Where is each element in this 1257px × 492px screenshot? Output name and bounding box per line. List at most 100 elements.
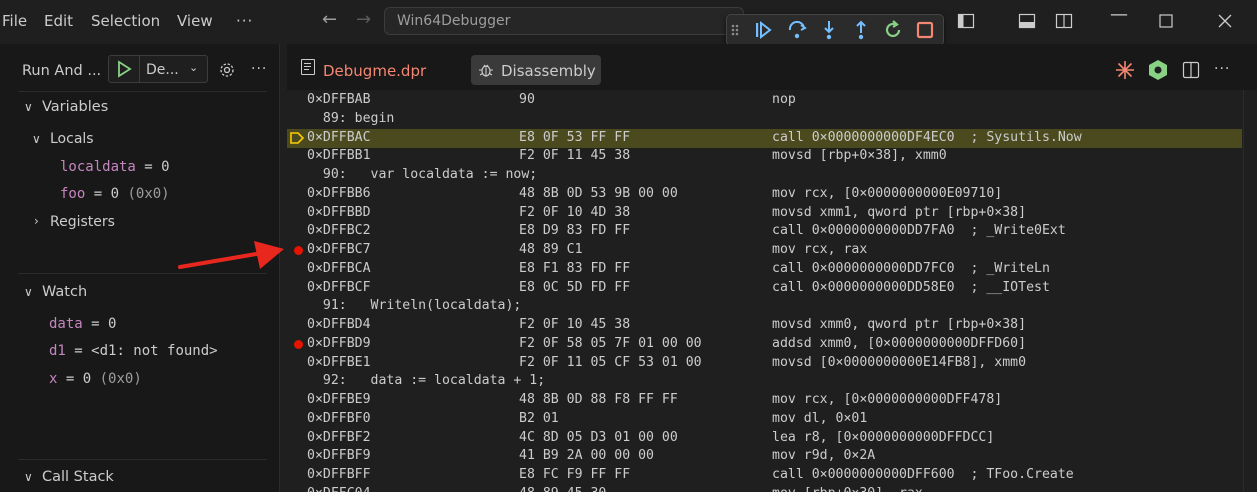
menu-view[interactable]: View [177,12,213,30]
disassembly-line[interactable]: 0×DFFBB1 F2 0F 11 45 38 movsd [rbp+0×38], … [287,147,1242,166]
menu-edit[interactable]: Edit [44,12,73,30]
watch-row[interactable]: d1 = <d1: not found> [49,343,218,359]
disassembly-line[interactable]: 0×DFFBFF E8 FC F9 FF FF call 0×0000000000D… [287,466,1242,485]
source-line[interactable]: 91: Writeln(localdata); [287,297,1242,316]
menu-more[interactable]: ··· [236,12,253,30]
customize-layout-icon[interactable] [1055,12,1073,30]
debug-bug-icon [479,64,493,77]
source-line[interactable]: 89: begin [287,110,1242,129]
disassembly-line[interactable]: 0×DFFBCA E8 F1 83 FD FF call 0×0000000000D… [287,260,1242,279]
address: 0×DFFBD4 [307,317,371,332]
more-actions-icon[interactable]: ··· [251,61,267,77]
instruction: movsd xmm0, qword ptr [rbp+0×38] [772,317,1027,332]
disassembly-line[interactable]: 0×DFFBAB 90 nop [287,91,1242,110]
variables-section-header[interactable]: Variables [42,99,108,115]
variable-name: foo [60,186,86,202]
address: 0×DFFBBD [307,205,371,220]
source-line[interactable]: 90: var localdata := now; [287,166,1242,185]
instruction: call 0×0000000000DD7FA0 ; _Write0Ext [772,223,1066,238]
minimize-icon[interactable]: — [1110,4,1128,25]
disassembly-line[interactable]: 0×DFFBF0 B2 01 mov dl, 0×01 [287,410,1242,429]
editor-more-actions-icon[interactable]: ··· [1214,61,1230,77]
disassembly-line[interactable]: 0×DFFBE9 48 8B 0D 88 F8 FF FF mov rcx, [0×… [287,391,1242,410]
registers-scope[interactable]: Registers [50,214,115,230]
address: 0×DFFBF0 [307,411,371,426]
split-editor-icon[interactable] [1182,61,1200,79]
instruction: call 0×0000000000DFF600 ; TFoo.Create [772,467,1074,482]
disassembly-line[interactable]: 0×DFFBB6 48 8B 0D 53 9B 00 00 mov rcx, [0×… [287,185,1242,204]
disassembly-line[interactable]: 0×DFFBC2 E8 D9 83 FD FF call 0×0000000000D… [287,222,1242,241]
breakpoint-icon[interactable] [294,246,303,255]
copilot-sparkle-icon[interactable] [1115,60,1135,80]
gear-icon[interactable] [218,61,236,79]
disassembly-line[interactable]: 0×DFFBD4 F2 0F 10 45 38 movsd xmm0, qword … [287,316,1242,335]
variable-row[interactable]: localdata = 0 [60,159,170,175]
address: 0×DFFBCA [307,261,371,276]
watch-row[interactable]: data = 0 [49,316,116,332]
command-center-text: Win64Debugger [397,13,511,29]
toggle-sidebar-icon[interactable] [957,12,975,30]
source-text: 91: Writeln(localdata); [307,298,522,313]
vertical-scrollbar[interactable] [1243,90,1257,492]
drag-handle-icon[interactable] [729,18,741,42]
step-into-icon[interactable] [817,18,841,42]
source-line[interactable]: 92: data := localdata + 1; [287,372,1242,391]
disassembly-line[interactable]: 0×DFFBBD F2 0F 10 4D 38 movsd xmm1, qword … [287,204,1242,223]
command-center[interactable]: Win64Debugger [384,7,744,35]
menu-selection[interactable]: Selection [91,12,160,30]
forward-arrow-icon[interactable]: → [356,9,371,30]
extension-hexagon-icon[interactable] [1148,59,1168,81]
opcode-bytes: E8 F1 83 FD FF [519,261,631,276]
call-stack-section-header[interactable]: Call Stack [42,469,114,485]
maximize-icon[interactable] [1159,14,1173,28]
back-arrow-icon[interactable]: ← [322,9,337,30]
chevron-down-icon[interactable]: ∨ [24,100,33,114]
disassembly-line[interactable]: 0×DFFBC7 48 89 C1 mov rcx, rax [287,241,1242,260]
disassembly-line[interactable]: 0×DFFC04 48 89 45 30 mov [rbp+0×30], rax [287,485,1242,492]
run-and-debug-title: Run And ... [22,63,102,79]
address: 0×DFFBB1 [307,148,371,163]
variable-value: 0 [110,186,120,202]
opcode-bytes: 90 [519,92,535,107]
menu-file[interactable]: File [2,12,27,30]
disassembly-line[interactable]: 0×DFFBF2 4C 8D 05 D3 01 00 00 lea r8, [0×0… [287,429,1242,448]
instruction: lea r8, [0×0000000000DFFDCC] [772,430,995,445]
chevron-down-icon[interactable]: ∨ [24,285,33,299]
watch-expression: data [49,316,83,332]
launch-config-dropdown[interactable]: De... ⌄ [108,55,208,83]
tab-disassembly[interactable]: Disassembly [471,55,601,85]
tab-disassembly-label: Disassembly [501,62,596,80]
watch-section-header[interactable]: Watch [42,284,87,300]
locals-scope[interactable]: Locals [50,131,94,147]
variable-value: 0 [161,159,170,175]
step-out-icon[interactable] [849,18,873,42]
disassembly-line[interactable]: 0×DFFBD9 F2 0F 58 05 7F 01 00 00 addsd xmm… [287,335,1242,354]
step-over-icon[interactable] [785,18,809,42]
toggle-panel-icon[interactable] [1018,12,1036,30]
debug-toolbar [726,14,944,46]
disassembly-line[interactable]: 0×DFFBAC E8 0F 53 FF FF call 0×0000000000D… [287,129,1242,148]
chevron-down-icon[interactable]: ∨ [24,470,33,484]
close-icon[interactable] [1217,13,1233,29]
address: 0×DFFBFF [307,467,371,482]
file-icon [301,59,315,75]
start-debugging-icon[interactable] [115,60,133,78]
variable-row[interactable]: foo = 0 (0x0) [60,186,170,202]
disassembly-line[interactable]: 0×DFFBF9 41 B9 2A 00 00 00 mov r9d, 0×2A [287,447,1242,466]
address: 0×DFFBB6 [307,186,371,201]
breakpoint-icon[interactable] [294,340,303,349]
continue-icon[interactable] [751,18,775,42]
chevron-down-icon[interactable]: ∨ [32,132,41,146]
instruction: mov rcx, [0×0000000000DFF478] [772,392,1003,407]
watch-row[interactable]: x = 0 (0x0) [49,371,142,387]
restart-icon[interactable] [881,18,905,42]
disassembly-line[interactable]: 0×DFFBE1 F2 0F 11 05 CF 53 01 00 movsd [0×… [287,354,1242,373]
variable-name: localdata [60,159,136,175]
tab-debugme-dpr[interactable]: Debugme.dpr [323,62,426,80]
disassembly-line[interactable]: 0×DFFBCF E8 0C 5D FD FF call 0×0000000000D… [287,279,1242,298]
stop-icon[interactable] [913,18,937,42]
chevron-right-icon[interactable]: › [34,214,39,228]
chevron-down-icon: ⌄ [189,61,199,74]
disassembly-view[interactable]: 0×DFFBAB 90 nop 89: begin 0×DFFBAC E8 0F 53 … [287,90,1257,492]
equals-sign: = [82,316,109,332]
